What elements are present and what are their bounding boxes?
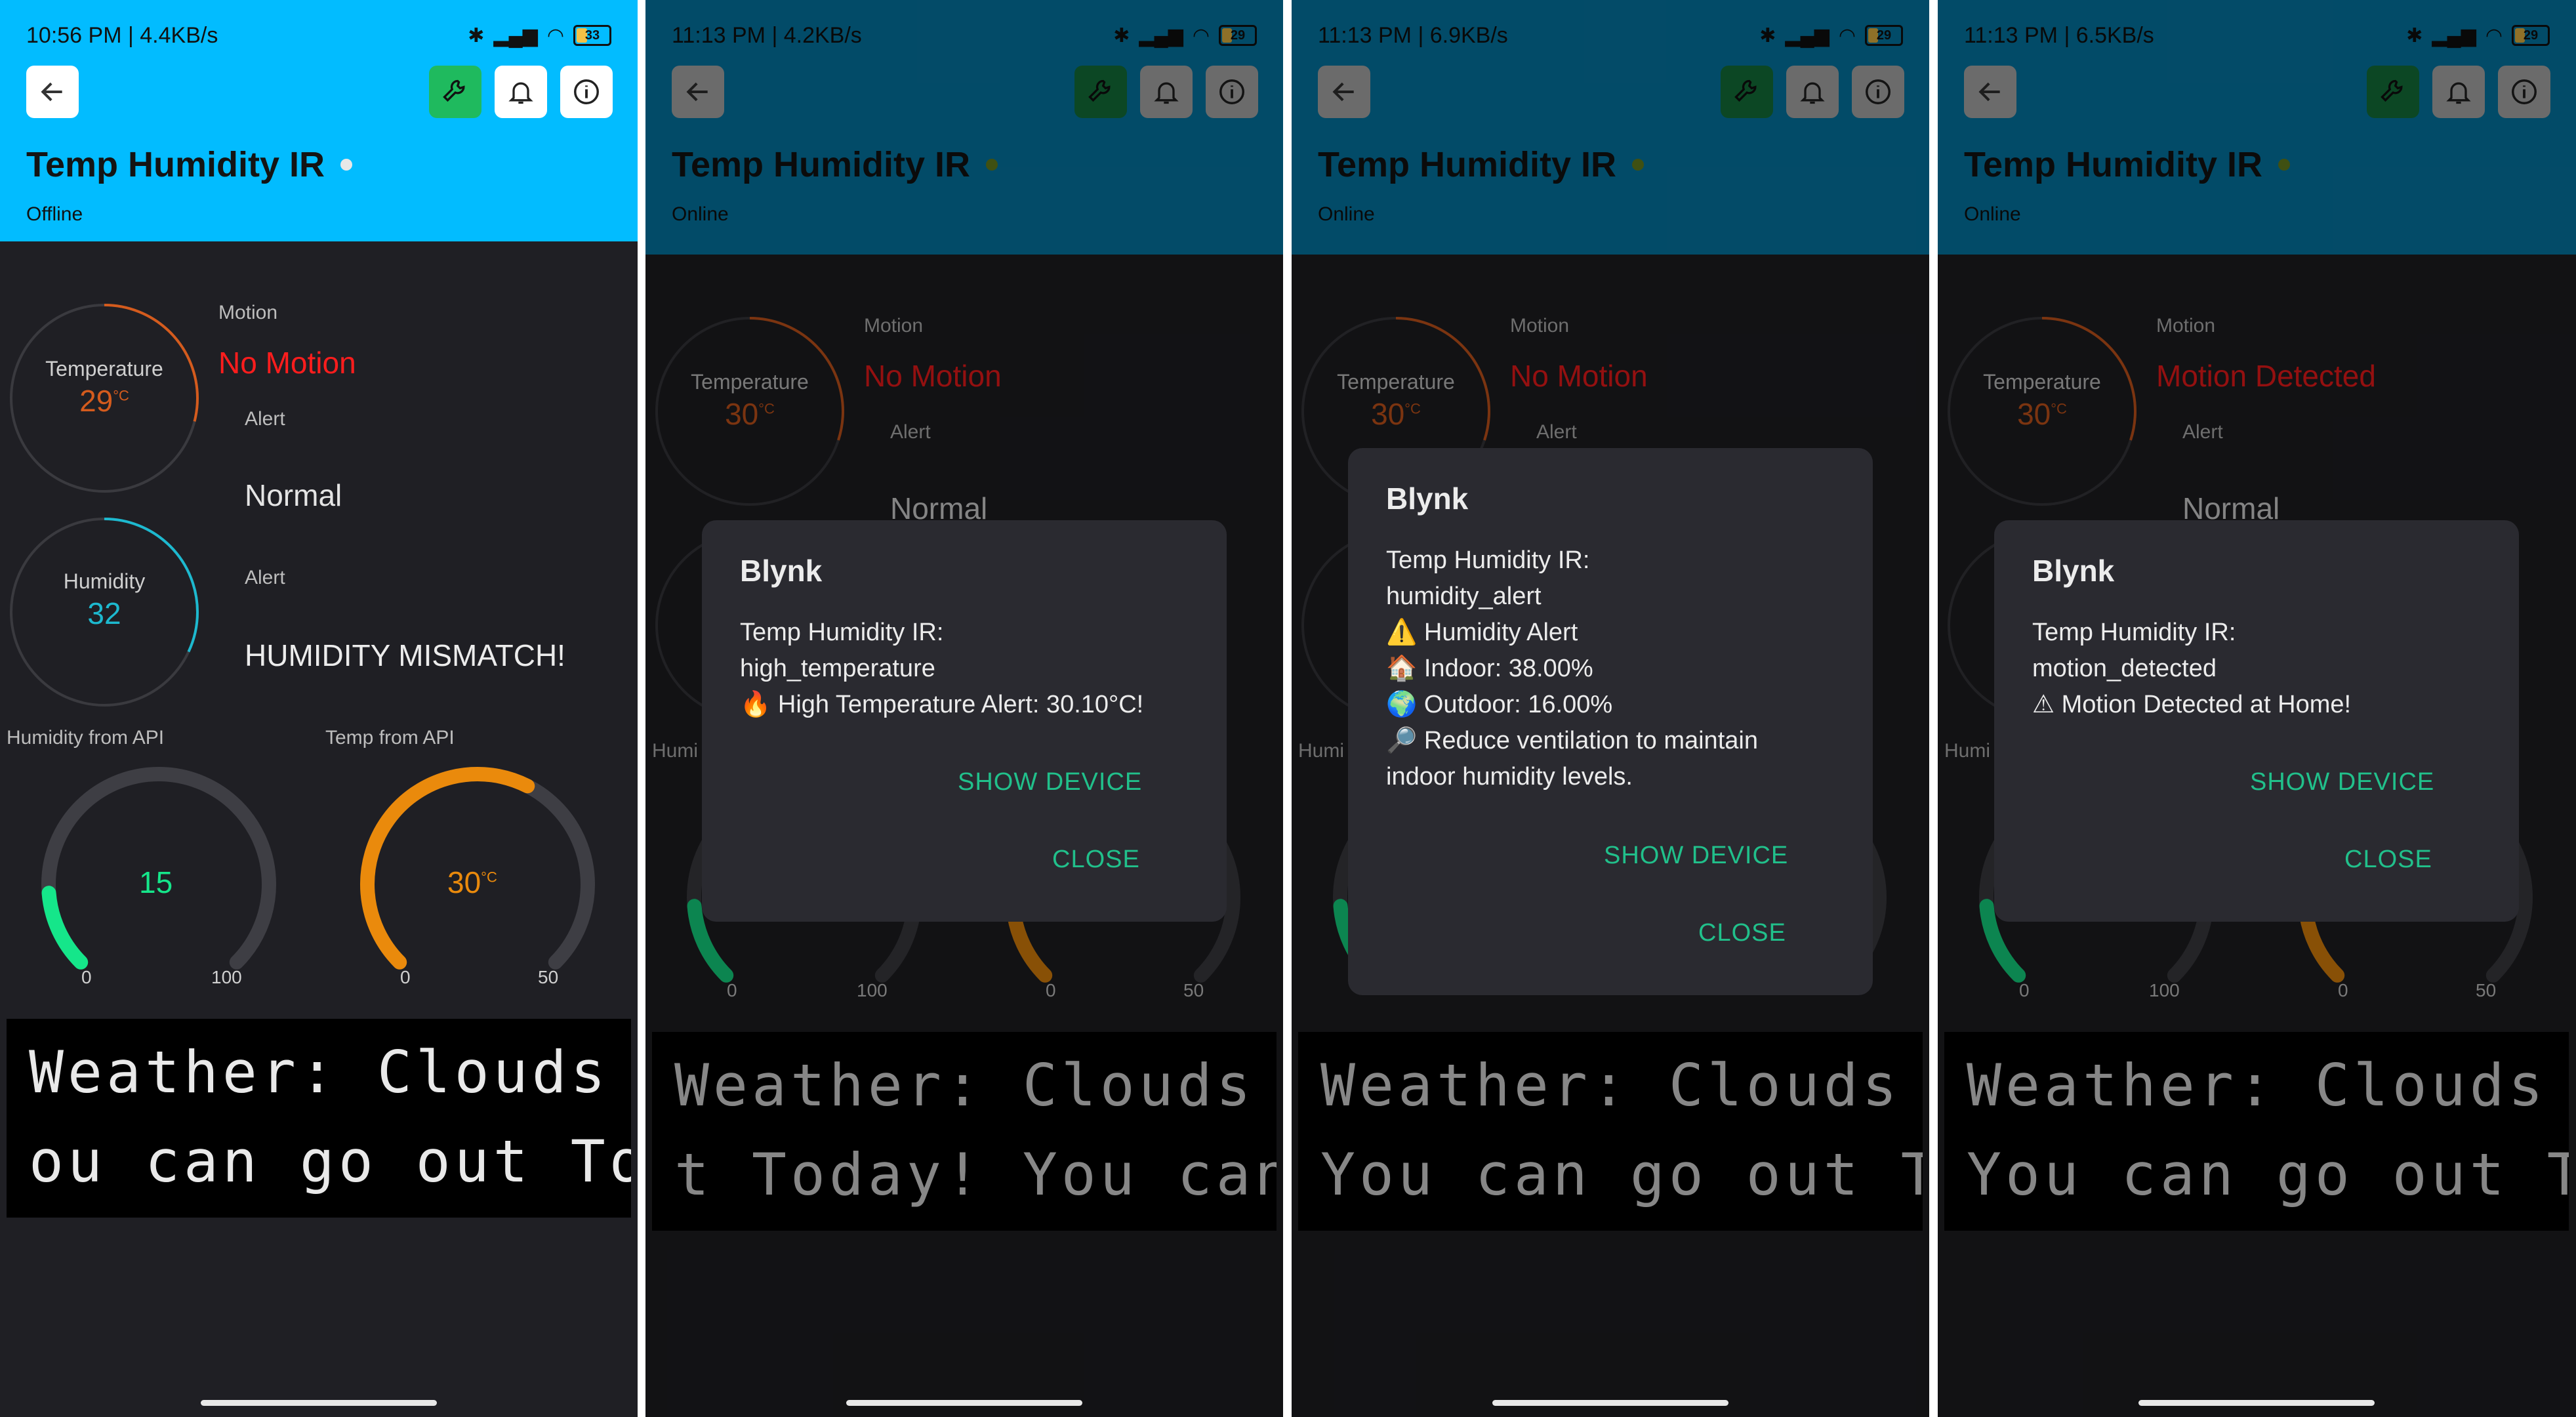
connection-dot	[340, 159, 353, 171]
dialog-message: Temp Humidity IR: high_temperature 🔥 Hig…	[740, 619, 1144, 718]
dialog-message: Temp Humidity IR: humidity_alert ⚠️ Humi…	[1386, 546, 1758, 791]
notification-dialog: Blynk Temp Humidity IR: high_temperature…	[702, 520, 1227, 922]
notifications-button[interactable]	[495, 66, 547, 118]
alert-value-2: HUMIDITY MISMATCH!	[245, 638, 565, 672]
close-button[interactable]: CLOSE	[1052, 846, 1140, 874]
close-button[interactable]: CLOSE	[1698, 919, 1786, 947]
home-indicator[interactable]	[846, 1400, 1082, 1406]
motion-label: Motion	[218, 302, 278, 323]
back-button[interactable]	[26, 66, 79, 118]
info-button[interactable]	[560, 66, 613, 118]
humidity-api-label: Humidity from API	[7, 727, 165, 749]
gauge-max: 100	[211, 967, 242, 987]
dialog-title: Blynk	[2032, 554, 2115, 588]
home-indicator[interactable]	[201, 1400, 437, 1406]
status-bar: 10:56 PM | 4.4KB/s ✱ ▂▄▆ ◠ 33	[26, 20, 611, 51]
gauge-min: 0	[400, 967, 411, 987]
temperature-value: 29°C	[79, 384, 129, 418]
battery-icon: 33	[573, 25, 611, 46]
dialog-title: Blynk	[740, 554, 823, 588]
wifi-icon: ◠	[546, 24, 564, 47]
bluetooth-icon: ✱	[468, 24, 485, 47]
signal-icon: ▂▄▆	[493, 24, 538, 47]
home-indicator[interactable]	[2138, 1400, 2375, 1406]
motion-value: No Motion	[218, 346, 356, 380]
show-device-button[interactable]: SHOW DEVICE	[2250, 768, 2434, 796]
bell-icon	[508, 82, 533, 104]
info-icon	[574, 79, 599, 104]
device-title: Temp Humidity IR	[26, 144, 353, 185]
show-device-button[interactable]: SHOW DEVICE	[958, 768, 1142, 796]
humidity-value: 32	[87, 596, 121, 630]
alert-value: Normal	[245, 478, 342, 512]
lcd-line-2: ou can go out To	[29, 1128, 631, 1195]
weather-lcd: Weather: Clouds ou can go out To	[7, 1019, 631, 1218]
phone-screen-4: 11:13 PM | 6.5KB/s ✱ ▂▄▆ ◠ 29 Temp Humid…	[1938, 0, 2576, 1417]
alert-label: Alert	[245, 408, 285, 430]
status-icons: ✱ ▂▄▆ ◠ 33	[468, 24, 611, 47]
humidity-api-gauge-fill	[41, 886, 89, 970]
phone-screen-1: 10:56 PM | 4.4KB/s ✱ ▂▄▆ ◠ 33 Temp Humid…	[0, 0, 638, 1417]
notification-dialog: Blynk Temp Humidity IR: humidity_alert ⚠…	[1348, 448, 1873, 995]
humidity-label: Humidity	[63, 569, 146, 593]
dialog-message: Temp Humidity IR: motion_detected ⚠ Moti…	[2032, 619, 2352, 718]
temp-api-value: 30°C	[447, 865, 497, 899]
back-arrow-icon	[41, 82, 62, 102]
dialog-title: Blynk	[1386, 482, 1469, 516]
phone-screen-3: 11:13 PM | 6.9KB/s ✱ ▂▄▆ ◠ 29 Temp Humid…	[1292, 0, 1929, 1417]
phone-screen-2: 11:13 PM | 4.2KB/s ✱ ▂▄▆ ◠ 29 Temp Humid…	[645, 0, 1283, 1417]
status-time: 10:56 PM | 4.4KB/s	[26, 22, 218, 48]
gauge-max: 50	[538, 967, 559, 987]
notification-dialog: Blynk Temp Humidity IR: motion_detected …	[1994, 520, 2519, 922]
wrench-icon	[443, 79, 465, 102]
home-indicator[interactable]	[1492, 1400, 1728, 1406]
temp-api-label: Temp from API	[325, 727, 455, 749]
wrench-button[interactable]	[429, 66, 481, 118]
close-button[interactable]: CLOSE	[2344, 846, 2432, 874]
alert-label-2: Alert	[245, 567, 285, 588]
lcd-line-1: Weather: Clouds	[29, 1038, 609, 1106]
gauge-min: 0	[81, 967, 92, 987]
humidity-api-value: 15	[139, 865, 173, 899]
show-device-button[interactable]: SHOW DEVICE	[1604, 842, 1788, 870]
app-header: 10:56 PM | 4.4KB/s ✱ ▂▄▆ ◠ 33 Temp Humid…	[0, 0, 638, 241]
temperature-label: Temperature	[45, 357, 163, 380]
connection-status: Offline	[26, 203, 83, 225]
